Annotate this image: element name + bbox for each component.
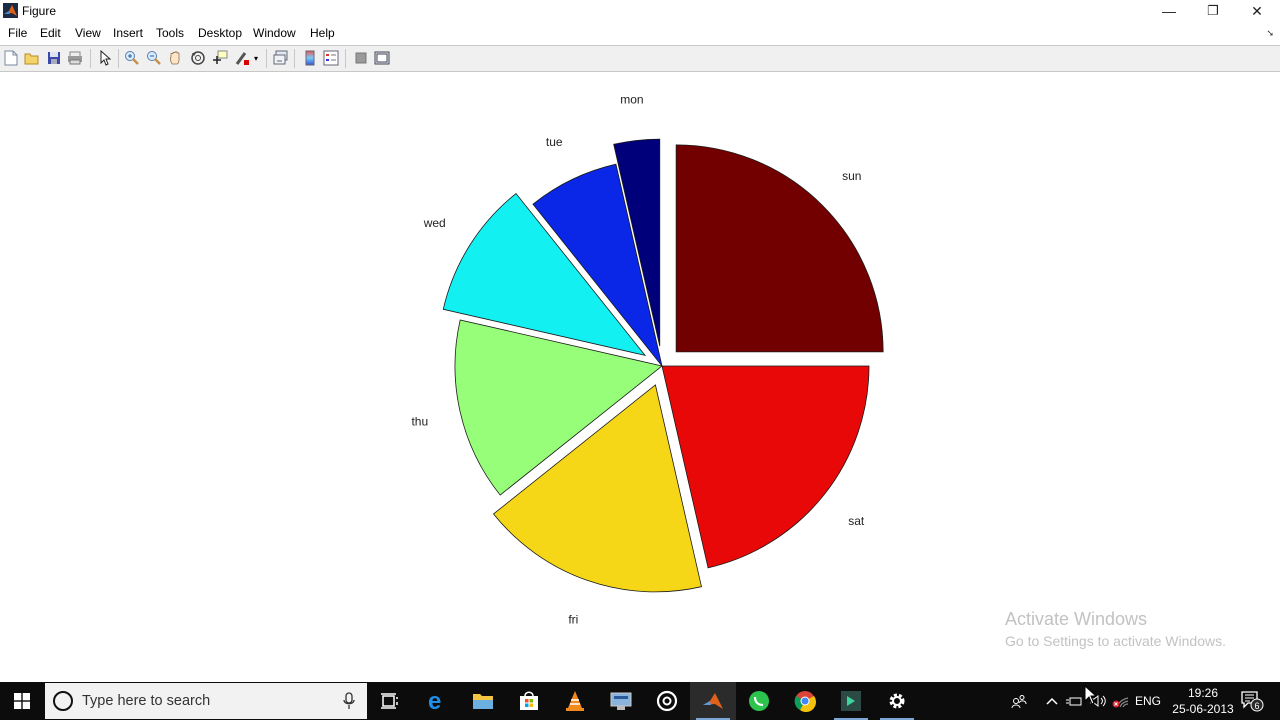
start-button[interactable] xyxy=(0,682,44,720)
network-disconnected-icon xyxy=(1112,697,1129,708)
clock-date: 25-06-2013 xyxy=(1172,702,1234,716)
activate-windows-title: Activate Windows xyxy=(1005,609,1148,629)
pie-label-sun: sun xyxy=(842,169,861,183)
mouse-cursor-icon xyxy=(1084,685,1098,705)
pie-label-mon: mon xyxy=(620,92,643,106)
people-icon xyxy=(1011,695,1027,708)
whatsapp-icon xyxy=(749,691,769,711)
notification-icon: 6 xyxy=(1241,691,1264,712)
notification-count: 6 xyxy=(1254,701,1259,711)
taskbar-app-green[interactable] xyxy=(828,682,874,720)
taskbar-app-groove[interactable] xyxy=(644,682,690,720)
pie-label-thu: thu xyxy=(411,414,428,428)
clock-time: 19:26 xyxy=(1187,686,1219,700)
input-language-button[interactable]: ENG xyxy=(1134,682,1162,720)
chrome-icon xyxy=(794,691,816,712)
cortana-icon xyxy=(53,691,73,711)
file-explorer-icon xyxy=(473,694,493,709)
edge-browser-icon: e xyxy=(428,690,441,712)
battery-plug-icon xyxy=(1066,697,1082,706)
svg-text:e: e xyxy=(428,690,441,712)
microphone-icon[interactable] xyxy=(343,692,355,710)
task-view-icon xyxy=(381,693,398,709)
taskbar-app-edge[interactable]: e xyxy=(414,682,460,720)
search-placeholder: Type here to search xyxy=(82,693,211,709)
chevron-up-icon xyxy=(1046,697,1058,705)
pie-label-fri: fri xyxy=(568,612,578,626)
taskbar-app-file-explorer[interactable] xyxy=(460,682,506,720)
taskbar-app-chrome[interactable] xyxy=(782,682,828,720)
pie-label-tue: tue xyxy=(546,135,563,149)
pie-label-sat: sat xyxy=(848,514,865,528)
vlc-cone-icon xyxy=(566,691,584,711)
remote-desktop-icon xyxy=(610,692,632,710)
taskbar-clock[interactable]: 19:26 25-06-2013 xyxy=(1172,685,1234,717)
taskbar-search-box[interactable]: Type here to search xyxy=(45,683,367,719)
taskbar-app-whatsapp[interactable] xyxy=(736,682,782,720)
matlab-logo-icon xyxy=(703,693,723,709)
battery-button[interactable] xyxy=(1064,682,1084,720)
app-green-icon xyxy=(841,691,861,711)
pie-label-wed: wed xyxy=(423,216,446,230)
action-center-button[interactable]: 6 xyxy=(1240,690,1264,717)
show-hidden-icons-button[interactable] xyxy=(1043,682,1061,720)
taskbar-app-matlab[interactable] xyxy=(690,682,736,720)
taskbar-app-remote-desktop[interactable] xyxy=(598,682,644,720)
taskbar-app-store[interactable] xyxy=(506,682,552,720)
windows-logo-icon xyxy=(14,693,30,709)
pie-slice-sat xyxy=(661,365,870,569)
groove-music-icon xyxy=(656,690,678,712)
taskbar-app-settings[interactable] xyxy=(874,682,920,720)
activate-windows-subtitle: Go to Settings to activate Windows. xyxy=(1005,633,1226,649)
store-bag-icon xyxy=(520,691,538,710)
task-view-button[interactable] xyxy=(367,682,413,720)
settings-gear-icon xyxy=(889,693,905,709)
taskbar-app-vlc[interactable] xyxy=(552,682,598,720)
people-button[interactable] xyxy=(1008,682,1030,720)
network-button[interactable] xyxy=(1110,682,1130,720)
